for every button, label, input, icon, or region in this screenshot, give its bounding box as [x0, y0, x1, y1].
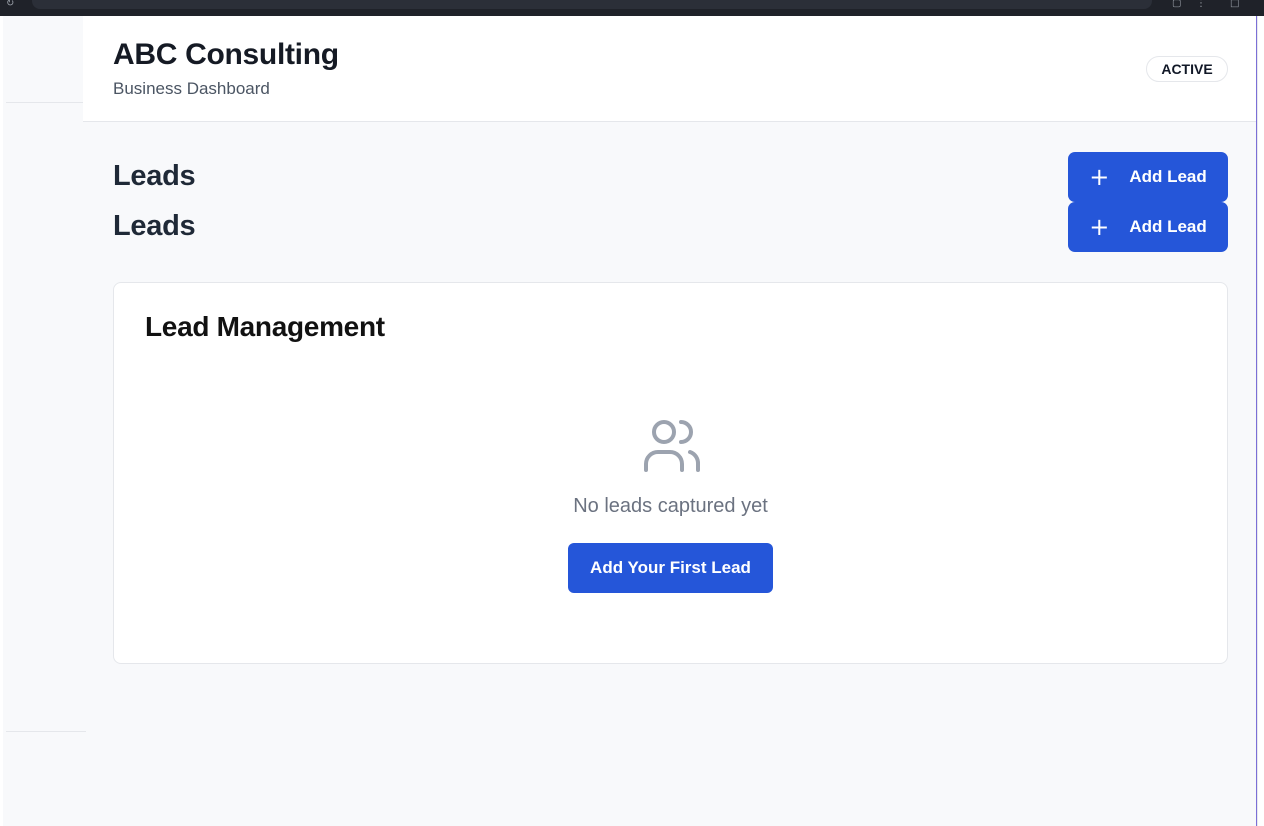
extension-icon[interactable]: ▢	[1172, 0, 1181, 9]
sidebar-divider	[6, 731, 86, 732]
lead-management-card: Lead Management No leads captured yet Ad…	[113, 282, 1228, 664]
add-lead-button-duplicate[interactable]: + Add Lead	[1068, 202, 1228, 252]
leads-title-duplicate: Leads	[113, 210, 196, 242]
card-title: Lead Management	[145, 311, 385, 342]
window-icon[interactable]: □	[1230, 0, 1239, 9]
users-icon	[644, 420, 700, 472]
page-header: ABC Consulting Business Dashboard ACTIVE	[83, 16, 1256, 122]
menu-icon[interactable]: ⋮	[1196, 0, 1206, 9]
plus-icon: +	[1089, 163, 1110, 191]
plus-icon: +	[1089, 213, 1110, 241]
dashboard-subtitle: Business Dashboard	[113, 79, 270, 98]
sidebar	[0, 16, 86, 826]
window-edge	[1256, 16, 1264, 826]
add-first-lead-button[interactable]: Add Your First Lead	[568, 543, 773, 593]
company-name: ABC Consulting	[113, 38, 339, 71]
leads-title: Leads	[113, 160, 196, 192]
browser-toolbar: ↻ ▢ ⋮ □	[0, 0, 1264, 16]
sidebar-divider	[6, 102, 86, 103]
add-lead-label: Add Lead	[1129, 167, 1207, 186]
status-badge: ACTIVE	[1146, 56, 1228, 82]
address-bar[interactable]	[32, 0, 1152, 9]
add-lead-label: Add Lead	[1129, 217, 1207, 236]
empty-state-message: No leads captured yet	[573, 495, 768, 517]
reload-icon[interactable]: ↻	[6, 0, 14, 9]
window-border	[1256, 16, 1257, 826]
add-lead-button[interactable]: + Add Lead	[1068, 152, 1228, 202]
